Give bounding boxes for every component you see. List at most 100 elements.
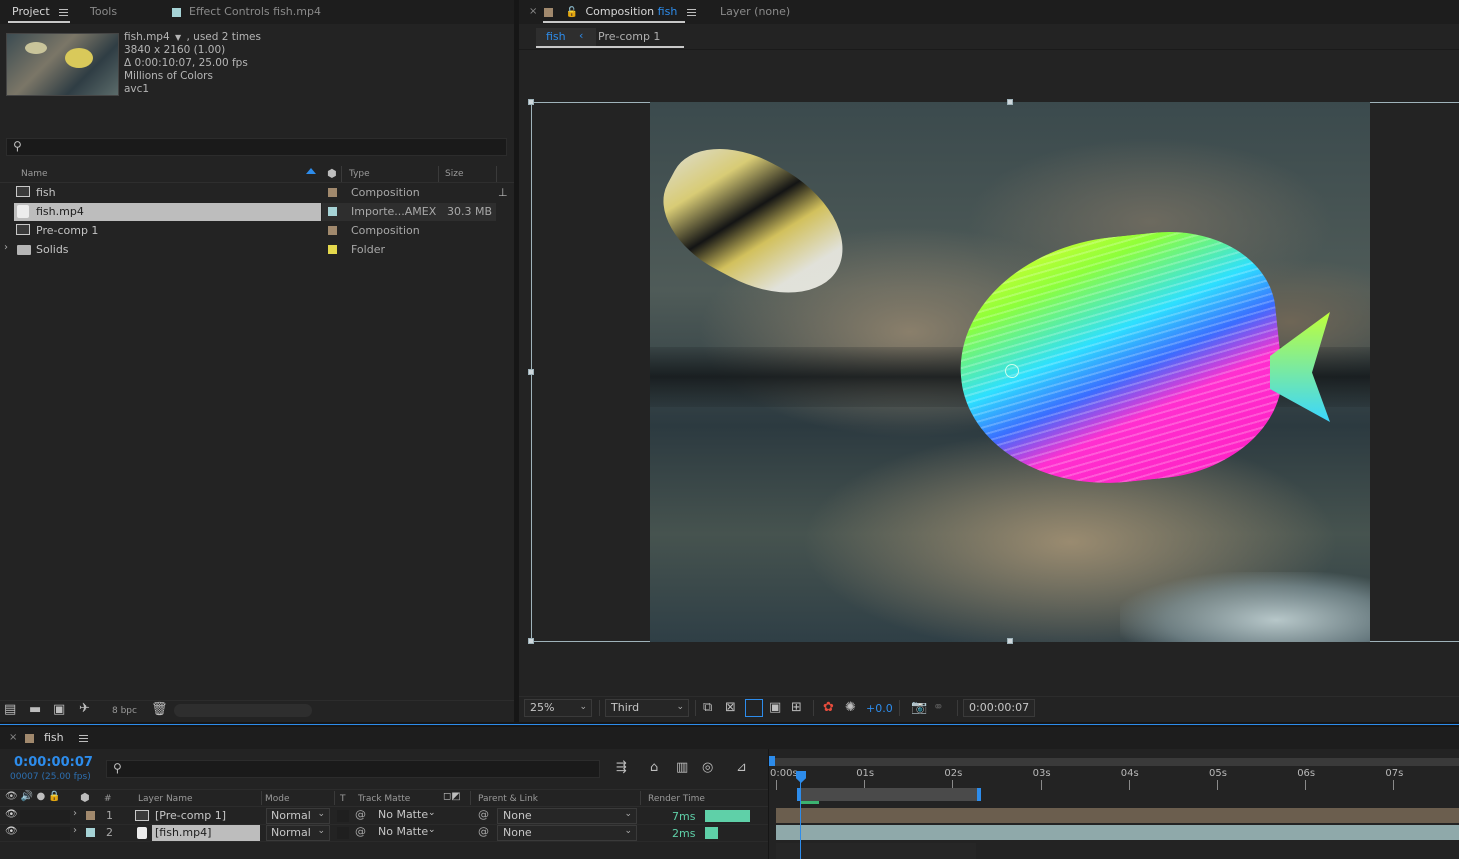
close-tab-icon[interactable]: × bbox=[9, 732, 17, 743]
project-settings-icon[interactable]: ✈ bbox=[79, 701, 90, 716]
transform-handle[interactable] bbox=[528, 638, 534, 644]
visibility-eye-icon[interactable]: 👁 bbox=[5, 809, 18, 820]
project-search-input[interactable]: ⚲ bbox=[6, 138, 507, 156]
breadcrumb-item-fish[interactable]: fish ‹ bbox=[536, 28, 596, 46]
label-tag-icon[interactable]: ⬢ bbox=[80, 791, 90, 804]
work-area-bar[interactable] bbox=[797, 788, 981, 801]
column-layer-name[interactable]: Layer Name bbox=[138, 794, 193, 804]
label-swatch-icon[interactable] bbox=[86, 828, 95, 837]
breadcrumb-item-pre-comp[interactable]: Pre-comp 1 bbox=[598, 30, 660, 43]
layer-duration-bar[interactable] bbox=[776, 808, 1459, 823]
av-switches[interactable] bbox=[20, 810, 70, 823]
transform-handle[interactable] bbox=[1007, 99, 1013, 105]
column-type[interactable]: Type bbox=[349, 169, 370, 179]
tab-effect-controls[interactable]: Effect Controls fish.mp4 bbox=[172, 5, 321, 18]
region-of-interest-icon[interactable]: ▣ bbox=[769, 700, 781, 715]
pickwhip-icon[interactable]: @ bbox=[478, 825, 489, 838]
exposure-value[interactable]: +0.0 bbox=[866, 702, 893, 715]
zoom-dropdown[interactable]: 25% ⌄ bbox=[524, 699, 592, 717]
reset-exposure-icon[interactable]: ✺ bbox=[845, 700, 856, 715]
grid-guides-icon[interactable]: ⊞ bbox=[791, 700, 802, 715]
preserve-transparency-toggle[interactable] bbox=[337, 810, 349, 822]
label-tag-icon[interactable]: ⬢ bbox=[327, 167, 337, 180]
panel-menu-icon[interactable] bbox=[79, 733, 89, 744]
column-mode[interactable]: Mode bbox=[265, 794, 290, 804]
transparency-grid-icon[interactable]: ⊠ bbox=[725, 700, 736, 715]
resolution-dropdown[interactable]: Third ⌄ bbox=[605, 699, 689, 717]
graph-editor-icon[interactable]: ⊿ bbox=[736, 760, 747, 775]
label-swatch-icon[interactable] bbox=[328, 226, 337, 235]
project-item-solids[interactable]: › Solids Folder bbox=[0, 241, 496, 259]
label-swatch-icon[interactable] bbox=[328, 245, 337, 254]
expand-chevron-icon[interactable]: › bbox=[73, 825, 77, 836]
delete-icon[interactable]: 🗑 bbox=[151, 702, 168, 717]
column-render-time[interactable]: Render Time bbox=[648, 794, 705, 804]
tab-layer[interactable]: Layer (none) bbox=[720, 5, 790, 18]
thumbnail-scrollbar[interactable] bbox=[174, 704, 312, 717]
preserve-transparency-toggle[interactable] bbox=[337, 827, 349, 839]
sort-ascending-icon[interactable] bbox=[306, 168, 316, 174]
draft-3d-icon[interactable]: ⌂ bbox=[650, 760, 658, 775]
show-snapshot-icon[interactable]: ⚭ bbox=[933, 700, 944, 715]
panel-menu-icon[interactable] bbox=[59, 7, 69, 18]
composition-viewer[interactable] bbox=[519, 51, 1459, 696]
new-composition-icon[interactable]: ▣ bbox=[53, 702, 65, 717]
layer-duration-bar[interactable] bbox=[776, 825, 1459, 840]
fast-previews-icon[interactable]: ⧉ bbox=[703, 700, 712, 715]
timeline-current-time[interactable]: 0:00:00:07 bbox=[14, 755, 93, 770]
frame-blending-icon[interactable]: ◎ bbox=[702, 760, 713, 775]
transform-handle[interactable] bbox=[528, 369, 534, 375]
project-item-pre-comp-1[interactable]: Pre-comp 1 Composition bbox=[0, 222, 496, 240]
timeline-navigator[interactable] bbox=[771, 758, 1459, 766]
snapshot-camera-icon[interactable]: 📷 bbox=[911, 700, 927, 715]
pickwhip-icon[interactable]: @ bbox=[355, 825, 366, 838]
blend-mode-dropdown[interactable]: Normal ⌄ bbox=[266, 825, 330, 841]
lock-icon[interactable]: 🔓 bbox=[566, 7, 578, 18]
track-matte-dropdown[interactable]: No Matte ⌄ bbox=[374, 825, 438, 841]
anchor-point-icon[interactable] bbox=[1005, 364, 1019, 378]
column-size[interactable]: Size bbox=[445, 169, 463, 179]
expand-chevron-icon[interactable]: › bbox=[4, 242, 8, 253]
label-swatch-icon[interactable] bbox=[328, 207, 337, 216]
column-name[interactable]: Name bbox=[21, 169, 48, 179]
timeline-layer-row[interactable]: 👁 › 2 [fish.mp4] Normal ⌄ @ No Matte ⌄ @ N… bbox=[0, 825, 768, 842]
transform-handle[interactable] bbox=[528, 99, 534, 105]
track-matte-dropdown[interactable]: No Matte ⌄ bbox=[374, 808, 438, 824]
tab-project[interactable]: Project bbox=[12, 5, 69, 18]
tab-composition[interactable]: 🔓 Composition fish bbox=[544, 5, 696, 18]
composition-mini-flowchart-icon[interactable]: ⇶ bbox=[616, 760, 627, 775]
current-time-display[interactable]: 0:00:00:07 bbox=[963, 699, 1035, 717]
parent-dropdown[interactable]: None ⌄ bbox=[497, 808, 637, 824]
project-item-fish[interactable]: fish Composition bbox=[0, 184, 496, 202]
close-tab-icon[interactable]: × bbox=[529, 6, 537, 17]
layer-name[interactable]: [fish.mp4] bbox=[155, 826, 211, 839]
navigator-start-handle[interactable] bbox=[769, 756, 775, 766]
label-swatch-icon[interactable] bbox=[86, 811, 95, 820]
parent-dropdown[interactable]: None ⌄ bbox=[497, 825, 637, 841]
flowchart-icon[interactable]: ⊥ bbox=[498, 186, 508, 199]
hide-shy-layers-icon[interactable]: ▥ bbox=[676, 760, 688, 775]
timeline-layer-row[interactable]: 👁 › 1 [Pre-comp 1] Normal ⌄ @ No Matte ⌄ @… bbox=[0, 808, 768, 825]
column-track-matte[interactable]: Track Matte bbox=[358, 794, 410, 804]
project-item-fish-mp4[interactable]: fish.mp4 Importe...AMEX 30.3 MB bbox=[0, 203, 496, 221]
panel-menu-icon[interactable] bbox=[686, 7, 696, 18]
expand-chevron-icon[interactable]: › bbox=[73, 808, 77, 819]
visibility-eye-icon[interactable]: 👁 bbox=[5, 826, 18, 837]
time-ruler[interactable] bbox=[771, 767, 1459, 789]
pickwhip-icon[interactable]: @ bbox=[355, 808, 366, 821]
tab-timeline-fish[interactable]: fish bbox=[25, 731, 89, 744]
tab-tools[interactable]: Tools bbox=[90, 5, 117, 18]
label-swatch-icon[interactable] bbox=[328, 188, 337, 197]
mask-visibility-icon[interactable] bbox=[745, 699, 763, 717]
blend-mode-dropdown[interactable]: Normal ⌄ bbox=[266, 808, 330, 824]
transform-handle[interactable] bbox=[1007, 638, 1013, 644]
layer-name[interactable]: [Pre-comp 1] bbox=[155, 809, 226, 822]
column-parent[interactable]: Parent & Link bbox=[478, 794, 538, 804]
new-folder-icon[interactable]: ▬ bbox=[29, 702, 41, 717]
av-switches[interactable] bbox=[20, 827, 70, 840]
timeline-search-input[interactable]: ⚲ bbox=[106, 760, 600, 778]
bit-depth-button[interactable]: 8 bpc bbox=[112, 706, 137, 716]
interpret-footage-icon[interactable]: ▤ bbox=[4, 702, 16, 717]
channel-rgb-icon[interactable]: ✿ bbox=[823, 700, 834, 715]
pickwhip-icon[interactable]: @ bbox=[478, 808, 489, 821]
